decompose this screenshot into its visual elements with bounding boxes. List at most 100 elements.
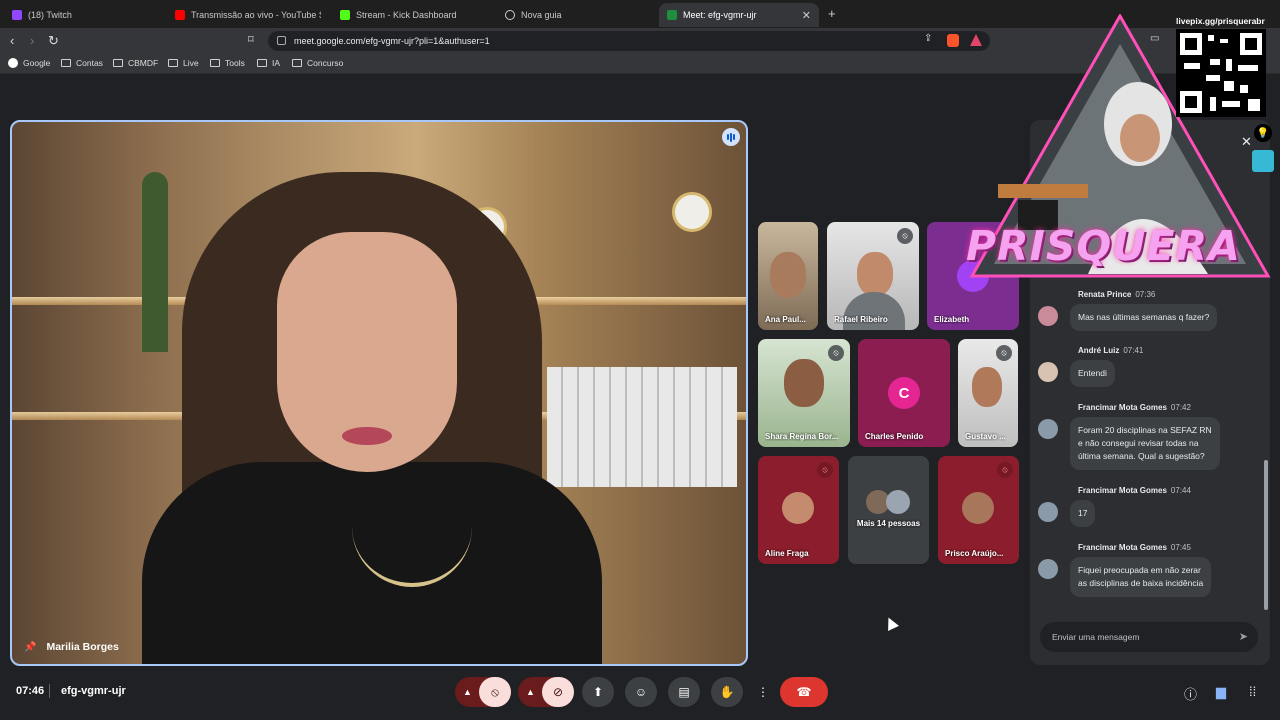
wall-clock	[672, 192, 712, 232]
site-info-icon[interactable]	[277, 36, 286, 45]
participant-face	[972, 367, 1002, 407]
chat-text: 17	[1078, 508, 1088, 518]
bookmark-google[interactable]: Google	[8, 58, 50, 68]
bookmark-live[interactable]: Live	[168, 58, 199, 68]
chat-text: Mas nas últimas semanas q fazer?	[1078, 312, 1210, 322]
back-icon[interactable]: ‹	[10, 33, 14, 48]
bookmark-tools[interactable]: Tools	[210, 58, 245, 68]
folder-icon	[292, 59, 302, 67]
chevron-up-icon: ▲	[526, 687, 535, 697]
captions-icon: ▤	[678, 685, 690, 699]
reload-icon[interactable]: ↻	[48, 33, 59, 49]
chat-bubble: Entendi	[1070, 360, 1115, 387]
chat-icon[interactable]: ▆	[1216, 684, 1226, 700]
mic-off-icon: ⦸	[828, 345, 844, 361]
tab-title: Transmissão ao vivo - YouTube Studio	[191, 10, 321, 20]
chevron-up-icon: ▲	[463, 687, 472, 697]
meeting-time: 07:46	[16, 685, 45, 697]
qr-label: livepix.gg/prisquerabr	[1176, 16, 1265, 26]
chat-message-header: André Luiz 07:41	[1078, 346, 1143, 355]
bookmark-ia[interactable]: IA	[257, 58, 280, 68]
chat-scrollbar[interactable]	[1264, 460, 1268, 610]
more-vert-icon: ⋮	[757, 685, 769, 699]
cactus-plant	[142, 172, 168, 352]
meeting-controls-bar: 07:46 efg-vgmr-ujr ▲ ⦸ ▲ ⊘ ⬆ ☺ ▤ ✋ ⋮ ☎ ⓘ…	[0, 672, 1280, 712]
info-icon[interactable]: ⓘ	[1184, 684, 1197, 703]
participant-tile[interactable]: ⦸ Aline Fraga	[758, 456, 839, 564]
avatar	[1038, 502, 1058, 522]
qr-code	[1176, 29, 1266, 117]
meet-icon	[667, 10, 677, 20]
chat-time: 07:41	[1123, 346, 1144, 355]
participant-name: Rafael Ribeiro	[834, 315, 888, 324]
tab-twitch[interactable]: (18) Twitch	[4, 3, 169, 27]
lightbulb-icon[interactable]: 💡	[1254, 124, 1272, 142]
streamer-logo: PRISQUERA	[966, 222, 1241, 270]
bookmark-contas[interactable]: Contas	[61, 58, 103, 68]
reactions-button[interactable]: ☺	[625, 677, 657, 707]
bookmark-label: IA	[272, 58, 281, 68]
speaking-indicator-icon	[722, 128, 740, 146]
participant-tile[interactable]: ⦸ Rafael Ribeiro	[827, 222, 919, 330]
camera-off-icon: ⊘	[552, 685, 564, 699]
plus-icon[interactable]: +	[828, 6, 836, 21]
avatar	[1038, 419, 1058, 439]
participant-tile[interactable]: ⦸ Prisco Araújo...	[938, 456, 1019, 564]
bookmark-label: Tools	[225, 58, 245, 68]
participant-tile[interactable]: ⦸ Gustavo ...	[958, 339, 1018, 447]
activities-icon[interactable]: ⁞⁞	[1249, 684, 1256, 699]
pin-icon[interactable]: 📌	[24, 642, 36, 653]
url-input[interactable]: meet.google.com/efg-vgmr-ujr?pli=1&authu…	[268, 31, 990, 51]
share-icon[interactable]: ⇪	[924, 33, 932, 44]
chat-author: Renata Prince	[1078, 290, 1132, 299]
bookmark-icon[interactable]: ⌑	[248, 33, 254, 46]
tab-kick[interactable]: Stream - Kick Dashboard	[332, 3, 497, 27]
mic-off-icon: ⦸	[817, 462, 833, 478]
tab-meet[interactable]: Meet: efg-vgmr-ujr ✕	[659, 3, 819, 27]
main-speaker-video[interactable]	[10, 120, 748, 666]
tab-new[interactable]: Nova guia	[497, 3, 662, 27]
captions-button[interactable]: ▤	[668, 677, 700, 707]
present-screen-button[interactable]: ⬆	[582, 677, 614, 707]
participant-tile[interactable]: C Charles Penido	[858, 339, 950, 447]
bookmark-label: Concurso	[307, 58, 344, 68]
folder-icon	[210, 59, 220, 67]
participant-name: Shara Regina Bor...	[765, 432, 839, 441]
close-tab-icon[interactable]: ✕	[802, 9, 811, 22]
bookmark-concurso[interactable]: Concurso	[292, 58, 343, 68]
mic-toggle-button[interactable]: ⦸	[479, 677, 511, 707]
phone-hangup-icon: ☎	[796, 685, 812, 699]
folder-icon	[113, 59, 123, 67]
leave-call-button[interactable]: ☎	[780, 677, 828, 707]
chat-bubble: Foram 20 disciplinas na SEFAZ RN e não c…	[1070, 417, 1220, 470]
camera-toggle-button[interactable]: ⊘	[542, 677, 574, 707]
meeting-code: efg-vgmr-ujr	[61, 685, 126, 697]
chat-widget-icon[interactable]	[1252, 150, 1274, 172]
chat-author: Francimar Mota Gomes	[1078, 403, 1167, 412]
send-icon[interactable]: ➤	[1239, 630, 1248, 643]
more-options-button[interactable]: ⋮	[752, 677, 774, 707]
chat-bubble: Mas nas últimas semanas q fazer?	[1070, 304, 1218, 331]
bookmark-cbmdf[interactable]: CBMDF	[113, 58, 158, 68]
brave-shield-icon[interactable]	[947, 34, 959, 47]
chat-time: 07:36	[1135, 290, 1156, 299]
avatar	[1038, 362, 1058, 382]
kick-icon	[340, 10, 350, 20]
chat-message-input[interactable]: Enviar uma mensagem ➤	[1040, 622, 1258, 652]
chat-bubble: Fiquei preocupada em não zerar as discip…	[1070, 557, 1212, 597]
chat-text: e não consegui revisar todas na	[1078, 438, 1199, 448]
tab-youtube-studio[interactable]: Transmissão ao vivo - YouTube Studio	[167, 3, 332, 27]
forward-icon[interactable]: ›	[30, 33, 34, 48]
speaker-name-label: Marilia Borges	[46, 641, 119, 653]
tab-title: Stream - Kick Dashboard	[356, 10, 457, 20]
raise-hand-button[interactable]: ✋	[711, 677, 743, 707]
participant-avatar	[782, 492, 814, 524]
participant-name: Charles Penido	[865, 432, 924, 441]
participant-avatar	[886, 490, 910, 514]
mic-off-icon: ⦸	[491, 684, 499, 699]
participant-tile[interactable]: ⦸ Shara Regina Bor...	[758, 339, 850, 447]
mic-off-icon: ⦸	[996, 345, 1012, 361]
more-people-tile[interactable]: Mais 14 pessoas	[848, 456, 929, 564]
twitch-icon	[12, 10, 22, 20]
participant-tile[interactable]: Ana Paul...	[758, 222, 818, 330]
